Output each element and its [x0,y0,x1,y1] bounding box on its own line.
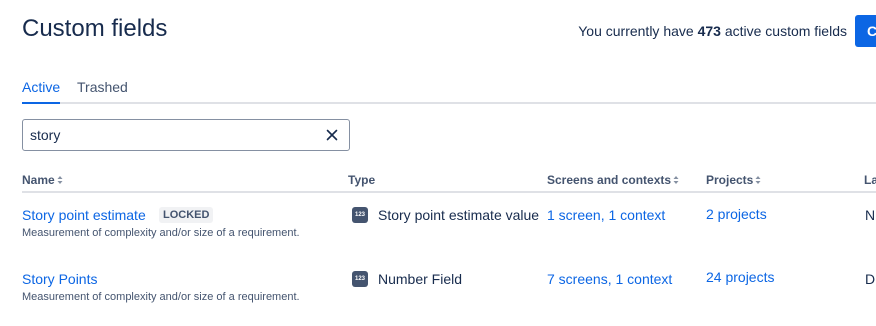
custom-fields-summary: You currently have 473 active custom fie… [578,23,847,39]
column-header-name-label: Name [22,173,55,187]
screens-contexts-link[interactable]: 7 screens, 1 context [547,271,672,287]
summary-prefix: You currently have [578,23,698,39]
search-field [22,119,350,151]
create-custom-field-button[interactable]: C [855,15,876,47]
tab-active[interactable]: Active [22,78,61,104]
close-icon[interactable] [324,127,340,143]
field-type: Number Field [378,271,463,287]
field-name-link[interactable]: Story point estimate [22,207,146,223]
field-type: Story point estimate value [378,207,540,223]
column-header-name[interactable]: Name [22,173,63,187]
page-title: Custom fields [22,15,168,42]
column-header-screens[interactable]: Screens and contexts [547,173,679,187]
number-field-icon: 123 [352,207,368,223]
tab-trashed[interactable]: Trashed [77,78,128,100]
column-header-type-label: Type [348,173,376,187]
sort-icon [673,176,679,184]
projects-link[interactable]: 2 projects [706,206,767,222]
column-header-projects-label: Projects [706,173,754,187]
last-used-value: N [865,207,876,223]
column-header-projects[interactable]: Projects [706,173,761,187]
field-name-link[interactable]: Story Points [22,271,97,287]
locked-badge: LOCKED [159,207,214,223]
summary-suffix: active custom fields [720,23,847,39]
active-field-count: 473 [697,23,721,39]
column-header-screens-label: Screens and contexts [547,173,672,187]
search-input[interactable] [30,126,310,144]
column-header-last-used-label: La [864,173,876,187]
table-header-divider [22,191,876,193]
column-header-type: Type [348,173,375,187]
field-description: Measurement of complexity and/or size of… [22,227,300,239]
column-header-last-used[interactable]: La [864,173,876,187]
projects-link[interactable]: 24 projects [706,269,774,285]
number-field-icon: 123 [352,271,368,287]
field-description: Measurement of complexity and/or size of… [22,291,300,303]
last-used-value: D [865,271,876,287]
tab-list: Active Trashed [22,78,876,104]
screens-contexts-link[interactable]: 1 screen, 1 context [547,207,665,223]
sort-icon [755,176,761,184]
sort-icon [57,176,63,184]
